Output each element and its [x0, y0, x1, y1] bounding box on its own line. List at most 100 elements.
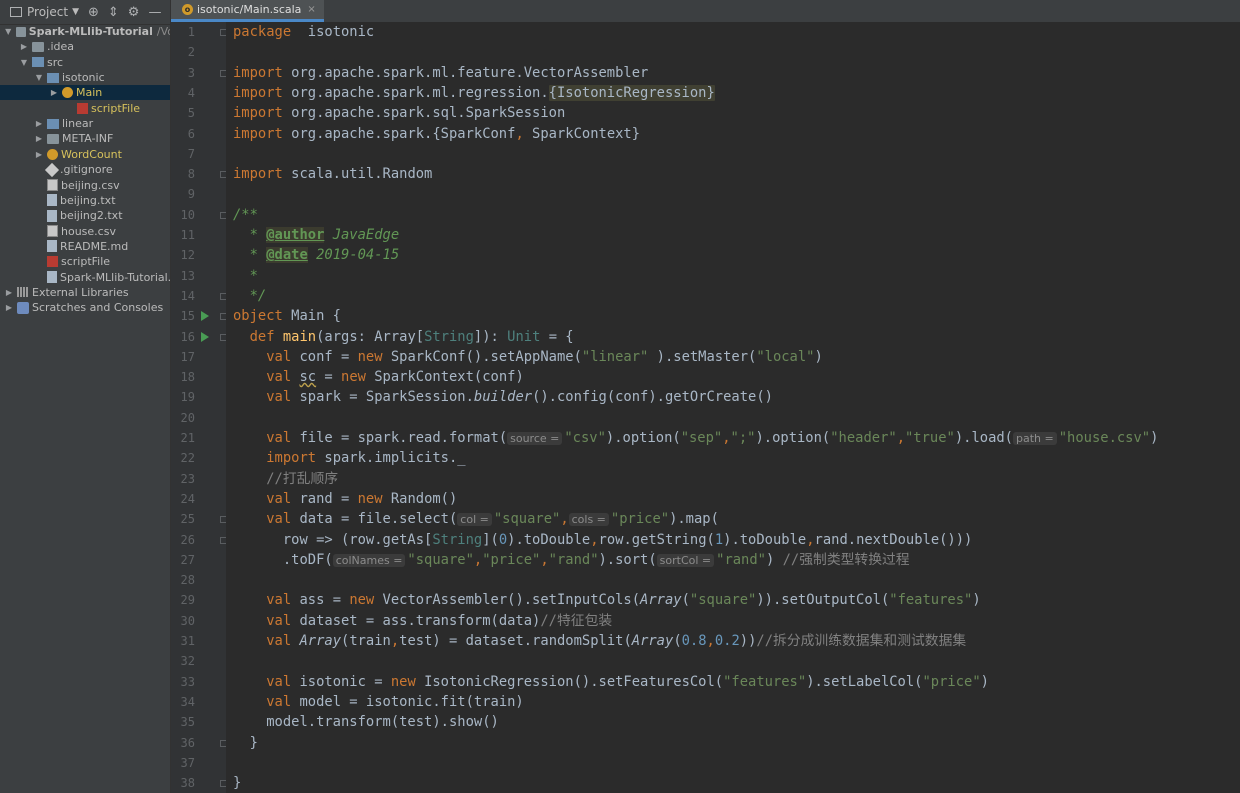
tree-item[interactable]: ▶ WordCount [0, 147, 170, 162]
code-line[interactable]: model.transform(test).show() [233, 712, 499, 732]
collapse-icon[interactable]: ⇕ [108, 5, 119, 20]
tree-item[interactable]: ▶ External Libraries [0, 285, 170, 300]
tree-item[interactable]: ▼ isotonic [0, 70, 170, 85]
gear-icon[interactable]: ⚙ [128, 5, 140, 20]
collapsed-arrow-icon[interactable]: ▶ [34, 147, 44, 162]
tree-item[interactable]: beijing2.txt [0, 208, 170, 223]
code-line[interactable]: //打乱顺序 [233, 469, 338, 489]
code-line[interactable]: val sc = new SparkContext(conf) [233, 367, 524, 387]
project-view-label[interactable]: Project [27, 5, 68, 19]
line-number: 6 [187, 126, 195, 141]
tree-item-label: src [47, 55, 64, 69]
code-line[interactable]: .toDF(colNames = "square","price","rand")… [233, 550, 910, 570]
line-number: 5 [187, 106, 195, 121]
code-line[interactable]: package isotonic [233, 22, 374, 42]
tab-main-scala[interactable]: o isotonic/Main.scala × [171, 0, 324, 22]
run-icon[interactable] [201, 311, 209, 322]
line-number: 11 [180, 228, 195, 242]
code-line[interactable]: val data = file.select(col = "square", col… [233, 509, 719, 529]
code-token: file = spark.read.format( [291, 430, 508, 446]
code-line[interactable]: import org.apache.spark.ml.feature.Vecto… [233, 63, 648, 83]
code-line[interactable]: } [233, 733, 258, 753]
code-line[interactable]: val ass = new VectorAssembler().setInput… [233, 590, 980, 610]
code-line[interactable]: val rand = new Random() [233, 489, 457, 509]
code-line[interactable]: import spark.implicits._ [233, 448, 465, 468]
code-line[interactable]: val file = spark.read.format(source = "cs… [233, 428, 1158, 448]
code-line[interactable]: val isotonic = new IsotonicRegression().… [233, 672, 989, 692]
collapsed-arrow-icon[interactable]: ▶ [19, 39, 29, 54]
code-line[interactable]: /** [233, 205, 258, 225]
file-icon [47, 194, 57, 207]
tree-item[interactable]: ▶ META-INF [0, 131, 170, 146]
code-editor[interactable]: package isotonic import org.apache.spark.… [226, 22, 1240, 793]
code-line[interactable]: */ [233, 286, 267, 306]
tree-item[interactable]: ▶ Scratches and Consoles [0, 300, 170, 315]
code-line[interactable]: } [233, 773, 241, 793]
tree-item[interactable]: .gitignore [0, 162, 170, 177]
collapsed-arrow-icon[interactable]: ▶ [34, 131, 44, 146]
tree-item[interactable]: beijing.csv [0, 178, 170, 193]
code-token: } [233, 734, 258, 751]
code-token: new [357, 348, 383, 365]
hide-icon[interactable]: — [148, 5, 161, 20]
code-line[interactable]: val spark = SparkSession.builder().confi… [233, 387, 773, 407]
tree-item[interactable]: ▶ .idea [0, 39, 170, 54]
close-icon[interactable]: × [307, 4, 315, 15]
code-line[interactable]: import scala.util.Random [233, 164, 432, 184]
code-line[interactable]: val model = isotonic.fit(train) [233, 692, 524, 712]
tree-item[interactable]: house.csv [0, 224, 170, 239]
run-icon[interactable] [201, 331, 209, 342]
cls-icon [47, 148, 58, 160]
code-line[interactable]: * [233, 266, 258, 286]
project-panel: Project ▼ ⊕ ⇕ ⚙ — ▼ Spark-MLlib-Tutorial /… [0, 0, 171, 793]
code-line[interactable]: import org.apache.spark.{SparkConf, Spar… [233, 124, 640, 144]
line-number: 31 [180, 634, 195, 648]
chevron-down-icon[interactable]: ▼ [72, 7, 79, 17]
tree-item[interactable]: ▼ src [0, 55, 170, 70]
tree-item[interactable]: ▼ Spark-MLlib-Tutorial/Vo [0, 24, 170, 39]
code-token: "sep" [680, 430, 723, 446]
code-line[interactable]: val dataset = ass.transform(data)//特征包装 [233, 611, 612, 631]
expanded-arrow-icon[interactable]: ▼ [4, 24, 13, 39]
scala-icon [47, 256, 58, 268]
tree-item[interactable]: README.md [0, 239, 170, 254]
code-line[interactable]: * @author JavaEdge [233, 225, 399, 245]
project-view-icon[interactable] [10, 7, 22, 17]
tree-item[interactable]: scriptFile [0, 101, 170, 116]
code-token: builder [473, 389, 533, 406]
collapsed-arrow-icon[interactable]: ▶ [34, 116, 44, 131]
code-line[interactable]: object Main { [233, 306, 341, 326]
folder-src-icon [32, 57, 44, 68]
code-token: import [233, 125, 283, 142]
collapsed-arrow-icon[interactable]: ▶ [49, 85, 59, 100]
editor-gutter: 1 2 3 4 5 6 7 8 9 10 11 12 13 14 15 16 17 18 19 20 21 22 23 24 2… [171, 22, 227, 793]
folder-icon [15, 26, 26, 37]
line-number: 21 [180, 431, 195, 445]
tree-item[interactable]: ▶ Main [0, 85, 170, 101]
code-token: ().config(conf).getOrCreate() [532, 389, 773, 406]
code-line[interactable]: import org.apache.spark.sql.SparkSession [233, 103, 565, 123]
editor-tab-bar: o isotonic/Main.scala × [171, 0, 1240, 23]
code-line[interactable]: row => (row.getAs[String](0).toDouble,ro… [233, 530, 973, 550]
tree-item[interactable]: Spark-MLlib-Tutorial.iml [0, 270, 170, 285]
collapsed-arrow-icon[interactable]: ▶ [4, 300, 14, 315]
code-line[interactable]: val conf = new SparkConf().setAppName("l… [233, 347, 823, 367]
line-number: 23 [180, 471, 195, 486]
locate-icon[interactable]: ⊕ [88, 5, 99, 20]
code-line[interactable]: * @date 2019-04-15 [233, 245, 399, 265]
tree-item[interactable]: ▶ linear [0, 116, 170, 131]
line-number: 33 [180, 674, 195, 689]
code-line[interactable]: val Array(train,test) = dataset.randomSp… [233, 631, 966, 651]
tree-item-label: isotonic [62, 71, 105, 85]
code-line[interactable]: import org.apache.spark.ml.regression.{I… [233, 83, 715, 103]
expanded-arrow-icon[interactable]: ▼ [34, 70, 44, 85]
code-line[interactable]: def main(args: Array[String]): Unit = { [233, 327, 574, 347]
code-token: ).setLabelCol( [806, 673, 923, 690]
tree-item[interactable]: beijing.txt [0, 193, 170, 208]
collapsed-arrow-icon[interactable]: ▶ [4, 285, 14, 300]
expanded-arrow-icon[interactable]: ▼ [19, 55, 29, 70]
tree-item[interactable]: scriptFile [0, 254, 170, 269]
